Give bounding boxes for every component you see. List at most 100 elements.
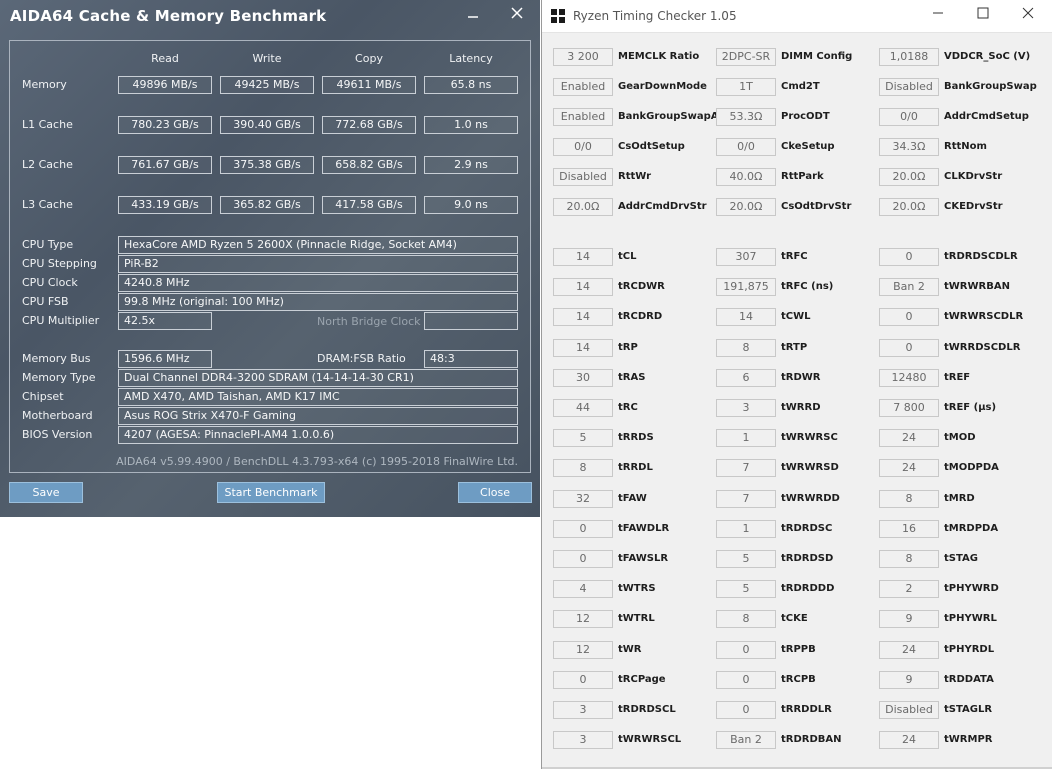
- memory-type-value: Dual Channel DDR4-3200 SDRAM (14-14-14-3…: [118, 369, 518, 387]
- trrdl-label: tRRDL: [618, 462, 653, 474]
- start-benchmark-button[interactable]: Start Benchmark: [217, 482, 325, 503]
- minimize-button[interactable]: [464, 6, 482, 24]
- trtp-label: tRTP: [781, 341, 808, 353]
- minimize-button[interactable]: [929, 6, 947, 24]
- tref-value: 12480: [879, 368, 939, 387]
- trcpb-value: 0: [716, 670, 776, 689]
- tras-label: tRAS: [618, 371, 646, 383]
- bankgroupswapalt-value: Enabled: [553, 108, 613, 126]
- memclk-ratio-label: MEMCLK Ratio: [618, 51, 700, 62]
- geardownmode-value: Enabled: [553, 78, 613, 96]
- col-header-read: Read: [151, 52, 179, 65]
- trdrdsc-value: 1: [716, 519, 776, 538]
- trdrdsc-label: tRDRDSC: [781, 522, 833, 534]
- memory-type-label: Memory Type: [22, 371, 96, 384]
- north-bridge-clock-label: North Bridge Clock: [317, 315, 421, 328]
- memory-latency-value: 65.8 ns: [424, 76, 518, 94]
- tcl-value: 14: [553, 248, 613, 266]
- trdrdscdlr-value: 0: [879, 248, 939, 266]
- trdrdban-label: tRDRDBAN: [781, 734, 842, 746]
- twrwrdd-value: 7: [716, 489, 776, 508]
- maximize-button[interactable]: [974, 6, 992, 24]
- close-window-button[interactable]: [1019, 6, 1037, 24]
- tfawdlr-label: tFAWDLR: [618, 522, 670, 534]
- l1-latency-value: 1.0 ns: [424, 116, 518, 134]
- memory-bus-value: 1596.6 MHz: [118, 350, 212, 368]
- tstag-label: tSTAG: [944, 553, 978, 564]
- csodtsetup-label: CsOdtSetup: [618, 141, 685, 152]
- chipset-value: AMD X470, AMD Taishan, AMD K17 IMC: [118, 388, 518, 406]
- l2-read-value: 761.67 GB/s: [118, 156, 212, 174]
- cpu-fsb-label: CPU FSB: [22, 295, 69, 308]
- rttpark-value: 40.0Ω: [716, 168, 776, 186]
- tphywrd-value: 2: [879, 580, 939, 599]
- tmod-label: tMOD: [944, 432, 976, 444]
- trrddlr-value: 0: [716, 701, 776, 719]
- close-icon: [1022, 7, 1034, 19]
- row-label-l3-cache: L3 Cache: [22, 198, 73, 211]
- ryzen-timing-checker-window: Ryzen Timing Checker 1.05 3 200 MEMCLK Ra…: [541, 0, 1052, 769]
- tmrd-value: 8: [879, 489, 939, 508]
- trdrddd-value: 5: [716, 580, 776, 599]
- tmodpda-label: tMODPDA: [944, 462, 999, 474]
- vddcr-soc-v-label: VDDCR_SoC (V): [944, 51, 1031, 62]
- tmod-value: 24: [879, 429, 939, 448]
- twtrl-value: 12: [553, 610, 613, 629]
- window-title: AIDA64 Cache & Memory Benchmark: [10, 7, 327, 25]
- aida64-window: AIDA64 Cache & Memory Benchmark Read Wri…: [0, 0, 540, 517]
- l2-copy-value: 658.82 GB/s: [322, 156, 416, 174]
- close-window-button[interactable]: [508, 6, 526, 24]
- tmodpda-value: 24: [879, 459, 939, 478]
- twrrdscdlr-value: 0: [879, 338, 939, 357]
- trrds-value: 5: [553, 429, 613, 448]
- procodt-label: ProcODT: [781, 111, 830, 122]
- trcpb-label: tRCPB: [781, 673, 816, 685]
- trcdwr-value: 14: [553, 278, 613, 297]
- twrwrsc-value: 1: [716, 429, 776, 448]
- tphywrl-label: tPHYWRL: [944, 613, 997, 625]
- cpu-clock-label: CPU Clock: [22, 276, 78, 289]
- trfc-label: tRFC: [781, 251, 808, 262]
- l2-write-value: 375.38 GB/s: [220, 156, 314, 174]
- trc-label: tRC: [618, 402, 638, 413]
- l3-latency-value: 9.0 ns: [424, 196, 518, 214]
- l1-copy-value: 772.68 GB/s: [322, 116, 416, 134]
- trcdrd-label: tRCDRD: [618, 311, 663, 323]
- tfaw-label: tFAW: [618, 492, 647, 504]
- version-footer: AIDA64 v5.99.4900 / BenchDLL 4.3.793-x64…: [116, 455, 518, 468]
- csodtsetup-value: 0/0: [553, 138, 613, 156]
- tmrdpda-value: 16: [879, 519, 939, 538]
- trrdl-value: 8: [553, 459, 613, 478]
- twrrdscdlr-label: tWRRDSCDLR: [944, 341, 1021, 353]
- cmd2t-value: 1T: [716, 78, 776, 96]
- tfaw-value: 32: [553, 489, 613, 508]
- close-icon: [511, 7, 523, 19]
- bios-version-label: BIOS Version: [22, 428, 93, 441]
- close-button[interactable]: Close: [458, 482, 532, 503]
- trp-label: tRP: [618, 341, 638, 353]
- maximize-icon: [977, 7, 989, 19]
- clkdrvstr-value: 20.0Ω: [879, 168, 939, 186]
- trtp-value: 8: [716, 338, 776, 357]
- twrrd-label: tWRRD: [781, 402, 821, 413]
- csodtdrvstr-value: 20.0Ω: [716, 198, 776, 216]
- tstaglr-label: tSTAGLR: [944, 704, 993, 715]
- twrwrban-value: Ban 2: [879, 278, 939, 297]
- l1-read-value: 780.23 GB/s: [118, 116, 212, 134]
- twrwrscdlr-label: tWRWRSCDLR: [944, 311, 1024, 323]
- memory-bus-label: Memory Bus: [22, 352, 91, 365]
- tmrdpda-label: tMRDPDA: [944, 522, 999, 534]
- trppb-label: tRPPB: [781, 643, 816, 655]
- memory-write-value: 49425 MB/s: [220, 76, 314, 94]
- save-button[interactable]: Save: [9, 482, 83, 503]
- trcdrd-value: 14: [553, 308, 613, 327]
- twrmpr-label: tWRMPR: [944, 734, 993, 746]
- tstaglr-value: Disabled: [879, 701, 939, 719]
- trdrdscdlr-label: tRDRDSCDLR: [944, 251, 1018, 262]
- col-header-write: Write: [252, 52, 282, 65]
- dimm-config-value: 2DPC-SR: [716, 48, 776, 66]
- tphyrdl-label: tPHYRDL: [944, 643, 995, 655]
- trc-value: 44: [553, 399, 613, 417]
- trdwr-value: 6: [716, 368, 776, 387]
- dram-fsb-ratio-value: 48:3: [424, 350, 518, 368]
